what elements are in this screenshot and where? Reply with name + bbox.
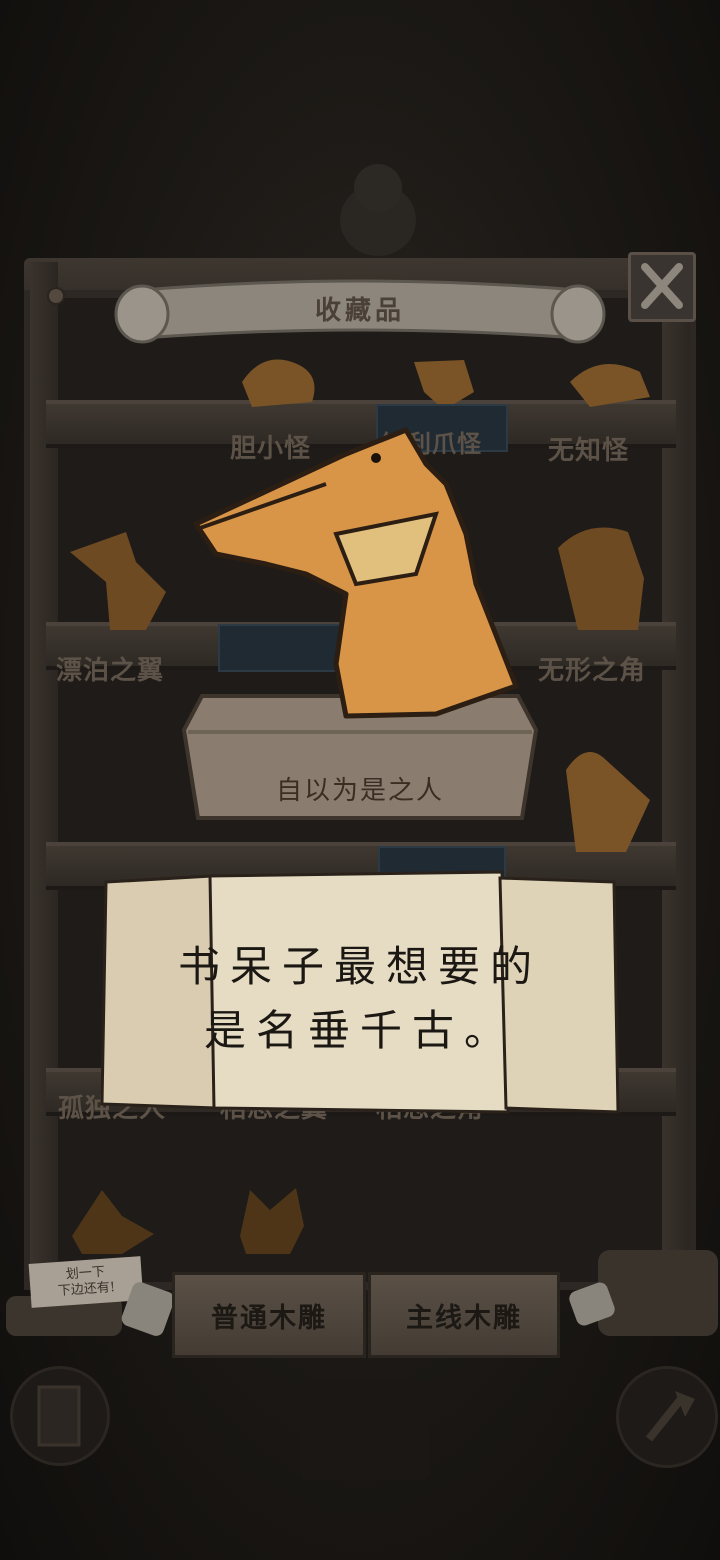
owl-statue-icon xyxy=(340,164,416,256)
statue-bottom-2[interactable] xyxy=(230,1186,314,1256)
page-title: 收藏品 xyxy=(314,296,405,326)
label-ignorant-monster: 无知怪 xyxy=(548,436,630,466)
statue-hedgehog-wing[interactable] xyxy=(556,740,656,856)
label-wandering-wing: 漂泊之翼 xyxy=(56,656,165,686)
statue-bottom-1[interactable] xyxy=(62,1186,158,1256)
nail-icon xyxy=(47,287,65,305)
statue-claw-monster[interactable] xyxy=(404,352,484,412)
close-icon xyxy=(641,263,683,309)
door-icon xyxy=(37,1385,81,1447)
close-button[interactable] xyxy=(628,252,696,322)
statue-invisible-horn[interactable] xyxy=(548,518,652,634)
axe-icon xyxy=(645,1391,695,1442)
description-text: 书呆子最想要的 是名垂千古。 xyxy=(150,935,570,1063)
wood-pile xyxy=(598,1250,718,1336)
featured-name: 自以为是之人 xyxy=(275,776,444,806)
description-line-1: 书呆子最想要的 xyxy=(177,942,542,991)
carve-button[interactable] xyxy=(616,1366,718,1468)
workbench xyxy=(300,1380,430,1480)
tab-main-carvings[interactable]: 主线木雕 xyxy=(368,1272,560,1358)
statue-timid-monster[interactable] xyxy=(232,352,332,412)
label-invisible-horn: 无形之角 xyxy=(538,656,647,686)
tab-normal-carvings[interactable]: 普通木雕 xyxy=(172,1272,366,1358)
scroll-hint: 划一下 下边还有! xyxy=(28,1256,144,1308)
door-button[interactable] xyxy=(10,1366,110,1466)
description-line-2: 是名垂千古。 xyxy=(203,1006,516,1055)
statue-ignorant-monster[interactable] xyxy=(560,352,656,412)
statue-wandering-wing[interactable] xyxy=(66,522,178,632)
featured-statue xyxy=(193,427,519,719)
